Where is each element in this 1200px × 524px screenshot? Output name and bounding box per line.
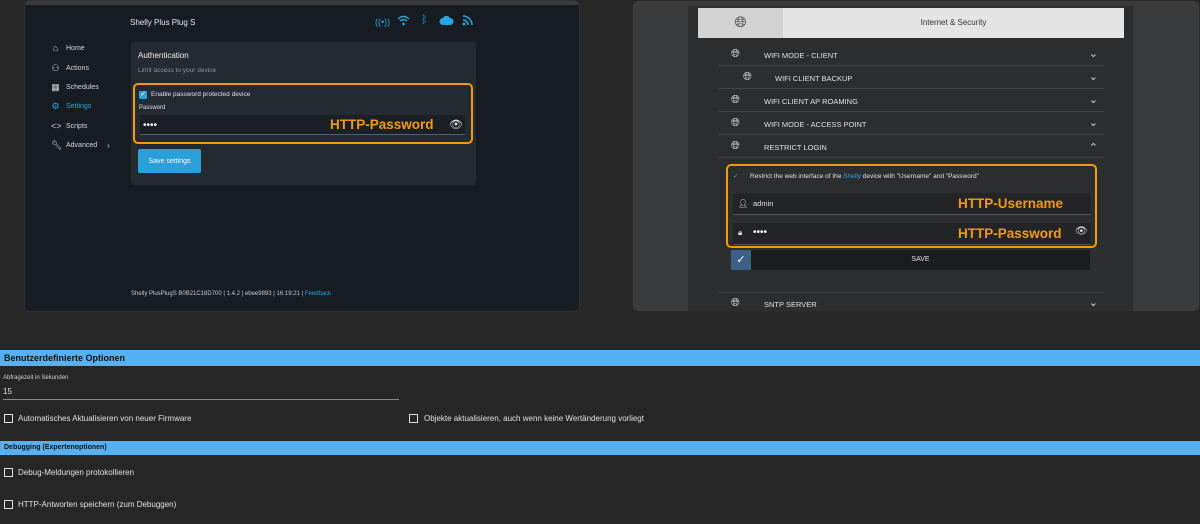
restrict-text: Restrict the web interface of the Shelly…: [750, 173, 979, 180]
save-row: ✓ SAVE: [731, 250, 1090, 270]
row-wifi-client[interactable]: 🌐︎ WIFI MODE - CLIENT ⌄: [719, 44, 1104, 66]
update-objects-label: Objekte aktualisieren, auch wenn keine W…: [424, 414, 644, 423]
nav-advanced[interactable]: 🔧︎ Advanced ›: [51, 140, 110, 151]
card-title: Authentication: [138, 51, 189, 60]
calendar-icon: ▦: [51, 82, 60, 92]
user-icon: 👤︎: [738, 199, 749, 208]
globe-icon: 🌐︎: [743, 71, 752, 83]
nav-home[interactable]: ⌂ Home: [51, 43, 85, 53]
globe-icon: 🌐︎: [731, 140, 740, 152]
http-password-annotation: HTTP-Password: [330, 117, 434, 132]
highlight-box: ✓ Restrict the web interface of the Shel…: [726, 164, 1097, 248]
code-icon: <>: [51, 121, 62, 131]
settings-panel: 🌐︎ Internet & Security 🌐︎ WIFI MODE - CLI…: [688, 6, 1133, 311]
poll-interval-label: Abfragezeit in Sekunden: [3, 375, 69, 381]
username-value: admin: [753, 199, 774, 208]
chevron-right-icon: ›: [107, 141, 110, 150]
globe-icon: 🌐︎: [731, 94, 740, 106]
password-label: Password: [139, 105, 166, 111]
save-http-responses-checkbox[interactable]: [4, 500, 13, 509]
password-field[interactable]: 🔒︎ •••• HTTP-Password 👁︎: [733, 223, 1091, 245]
rss-icon: [462, 15, 473, 29]
chevron-down-icon: ⌄: [1088, 71, 1098, 83]
eye-icon[interactable]: 👁︎: [449, 118, 463, 131]
checkbox-label: Enable password protected device: [151, 91, 251, 98]
http-username-annotation: HTTP-Username: [958, 196, 1064, 211]
password-value: ••••: [143, 120, 158, 131]
bluetooth-icon: ᛒ: [421, 14, 428, 26]
nav-scripts[interactable]: <> Scripts: [51, 121, 87, 131]
globe-icon: 🌐︎: [698, 8, 783, 38]
radio-signal-icon: ((•)): [375, 17, 391, 27]
cloud-icon: [439, 15, 454, 29]
password-value: ••••: [753, 227, 768, 238]
window-titlebar: [25, 1, 579, 5]
firmware-autoupdate-checkbox[interactable]: [4, 414, 13, 423]
nav-settings[interactable]: ⚙ Settings: [51, 101, 91, 112]
save-button[interactable]: SAVE: [751, 250, 1090, 270]
chevron-down-icon: ⌄: [1088, 94, 1098, 106]
username-field[interactable]: 👤︎ admin HTTP-Username: [733, 193, 1091, 215]
chevron-down-icon: ⌄: [1088, 117, 1098, 129]
row-restrict-login[interactable]: 🌐︎ RESTRICT LOGIN ⌃: [719, 136, 1104, 158]
chevron-up-icon: ⌃: [1088, 142, 1098, 154]
shelly-window-left: Shelly Plus Plug S ((•)) ᛒ ⌂ Home ⚇ Action…: [24, 0, 580, 312]
row-access-point[interactable]: 🌐︎ WIFI MODE - ACCESS POINT ⌄: [719, 113, 1104, 135]
restrict-checkbox[interactable]: ✓: [733, 172, 738, 180]
app-title: Shelly Plus Plug S: [130, 18, 196, 27]
card-subtitle: Limit access to your device: [138, 67, 217, 74]
device-footer: Shelly PlusPlugS B0B21C18D700 | 1.4.2 | …: [131, 291, 332, 297]
window-titlebar: [633, 1, 1199, 5]
poll-interval-value: 15: [3, 387, 12, 396]
nav-actions[interactable]: ⚇ Actions: [51, 63, 89, 74]
chevron-down-icon: ⌄: [1088, 48, 1098, 60]
authentication-card: Authentication Limit access to your devi…: [131, 42, 476, 185]
poll-interval-input[interactable]: 15: [3, 384, 399, 400]
debug-log-checkbox[interactable]: [4, 468, 13, 477]
save-settings-button[interactable]: Save settings: [138, 149, 201, 173]
iobroker-window-right: 🌐︎ Internet & Security 🌐︎ WIFI MODE - CLI…: [632, 0, 1200, 312]
section-header: 🌐︎ Internet & Security: [698, 8, 1124, 38]
password-field[interactable]: •••• HTTP-Password 👁︎: [140, 115, 465, 135]
wifi-icon: [397, 15, 410, 29]
actions-icon: ⚇: [51, 63, 60, 73]
gear-icon: ⚙: [51, 101, 60, 111]
row-sntp-server[interactable]: 🌐︎ SNTP SERVER ⌄: [719, 292, 1104, 311]
home-icon: ⌂: [52, 43, 59, 53]
debug-log-label: Debug-Meldungen protokollieren: [18, 468, 135, 477]
lock-icon: 🔒︎: [738, 228, 743, 237]
http-password-annotation: HTTP-Password: [958, 226, 1062, 241]
eye-icon[interactable]: 👁︎: [1075, 226, 1088, 237]
globe-icon: 🌐︎: [731, 48, 740, 60]
row-wifi-client-backup[interactable]: 🌐︎ WIFI CLIENT BACKUP ⌄: [719, 67, 1104, 89]
save-http-responses-label: HTTP-Antworten speichern (zum Debuggen): [18, 500, 177, 509]
enable-password-checkbox[interactable]: ✓: [139, 91, 147, 99]
section-custom-options: Benutzerdefinierte Optionen: [0, 350, 1200, 366]
chevron-down-icon: ⌄: [1088, 297, 1098, 309]
globe-icon: 🌐︎: [731, 117, 740, 129]
nav-schedules[interactable]: ▦ Schedules: [51, 82, 98, 93]
wrench-icon: 🔧︎: [51, 140, 63, 150]
save-check-icon[interactable]: ✓: [731, 250, 751, 270]
firmware-autoupdate-label: Automatisches Aktualisieren von neuer Fi…: [18, 414, 192, 423]
globe-icon: 🌐︎: [731, 297, 740, 309]
feedback-link[interactable]: Feedback: [305, 291, 331, 297]
section-debugging: Debugging (Expertenoptionen): [0, 441, 1200, 455]
update-objects-checkbox[interactable]: [409, 414, 418, 423]
highlight-box: ✓ Enable password protected device Passw…: [133, 83, 473, 144]
row-wifi-roaming[interactable]: 🌐︎ WIFI CLIENT AP ROAMING ⌄: [719, 90, 1104, 112]
section-title: Internet & Security: [920, 18, 987, 27]
